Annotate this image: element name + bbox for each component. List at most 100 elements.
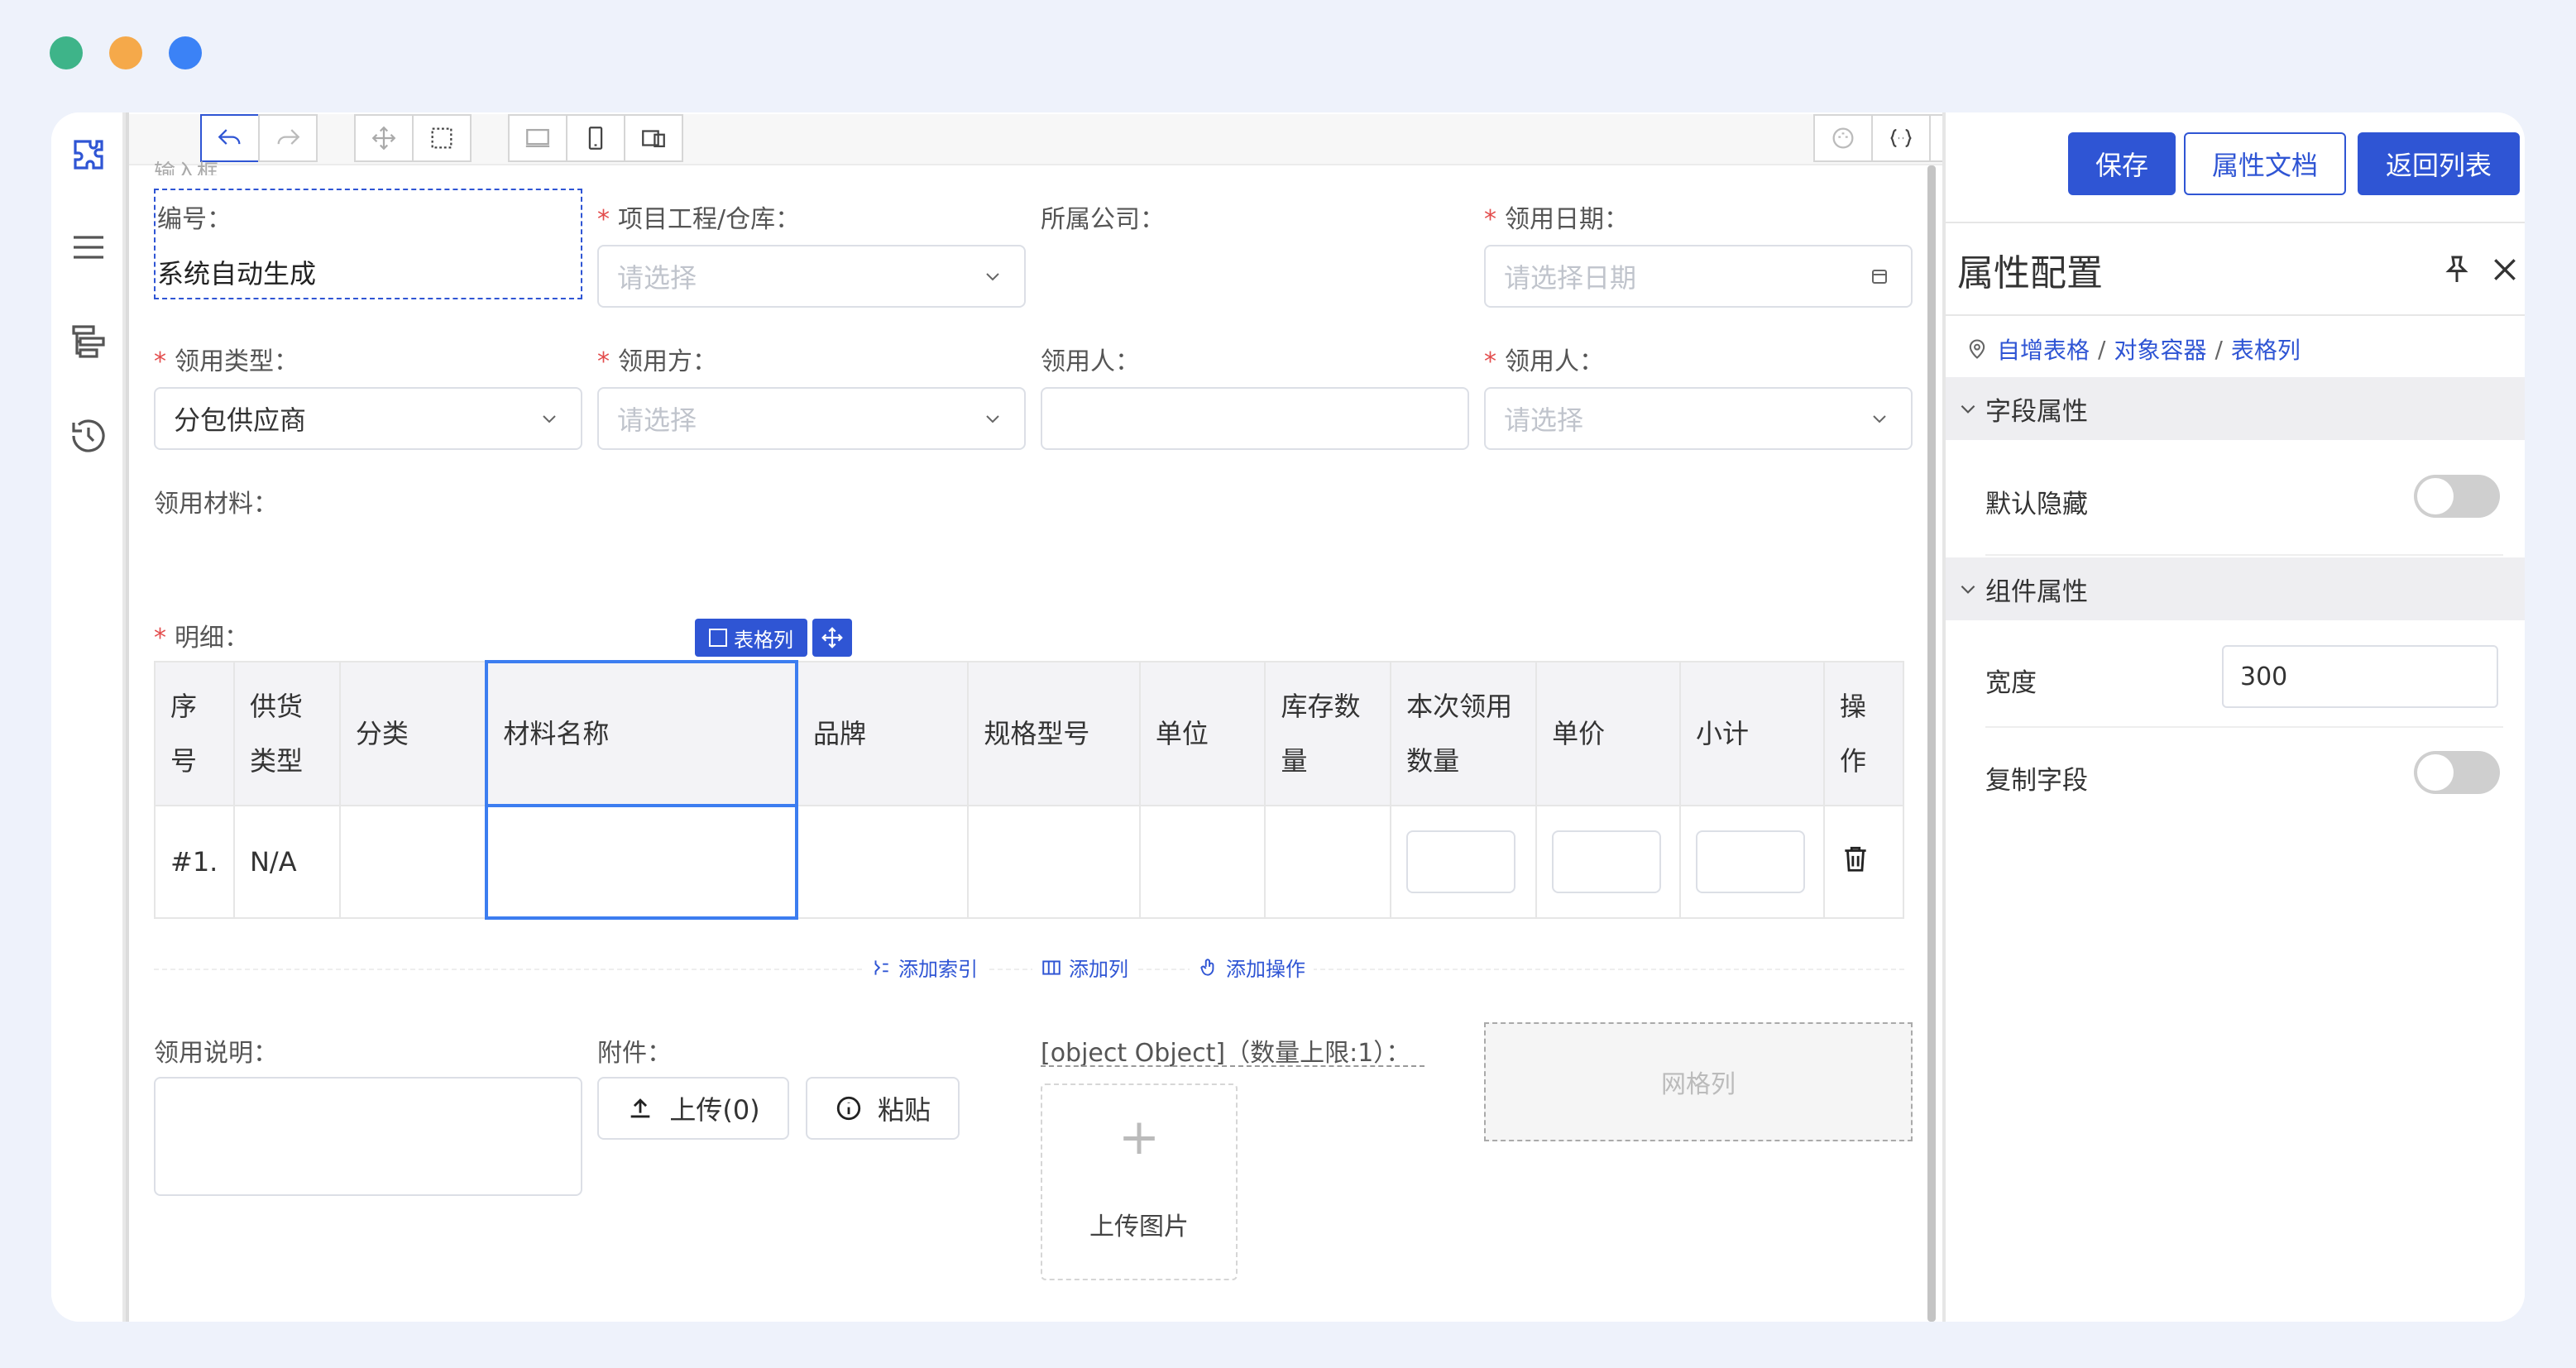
plus-icon: +: [1118, 1108, 1161, 1166]
theme-button[interactable]: [1813, 114, 1873, 162]
tree-icon[interactable]: [61, 314, 116, 369]
date-picker[interactable]: 请选择日期: [1484, 245, 1913, 308]
default-hidden-toggle[interactable]: [2414, 475, 2500, 518]
row-brand: [796, 805, 970, 919]
component-props-section[interactable]: 组件属性: [1946, 557, 2525, 620]
type-select[interactable]: 分包供应商: [154, 387, 582, 450]
move-icon: [821, 627, 843, 648]
paste-button[interactable]: 粘贴: [806, 1077, 960, 1140]
copy-field-toggle[interactable]: [2414, 751, 2500, 794]
column-chip[interactable]: 表格列: [695, 619, 807, 657]
panel-title: 属性配置: [1957, 252, 2103, 294]
breadcrumb-item[interactable]: 自增表格: [1997, 332, 2090, 366]
drag-handle[interactable]: [812, 619, 852, 657]
chevron-down-icon: [1961, 585, 1975, 594]
col-action: 操作: [1823, 661, 1904, 806]
attach-label: 附件：: [597, 1039, 672, 1068]
mobile-view-button[interactable]: [566, 114, 625, 162]
default-hidden-label: 默认隐藏: [1985, 490, 2088, 519]
col-subtotal: 小计: [1679, 661, 1825, 806]
upload-button[interactable]: 上传(0): [597, 1077, 789, 1140]
add-action-link[interactable]: 添加操作: [1190, 953, 1314, 982]
materials-label: 领用材料：: [154, 490, 278, 519]
trash-icon[interactable]: [1840, 843, 1871, 874]
actions-divider: [154, 969, 1904, 970]
pointer-icon: [1200, 958, 1214, 976]
upload-icon: [630, 1098, 650, 1118]
note-label: 领用说明：: [154, 1039, 278, 1068]
col-spec: 规格型号: [967, 661, 1141, 806]
maximize-dot[interactable]: [169, 36, 202, 69]
panel-divider: [1946, 222, 2525, 223]
row-material-name[interactable]: [485, 804, 799, 920]
row-category: [338, 805, 488, 919]
close-dot[interactable]: [50, 36, 83, 69]
editor-toolbar: [129, 114, 1989, 165]
breadcrumb-item[interactable]: 对象容器: [2114, 332, 2206, 366]
save-button[interactable]: 保存: [2068, 132, 2176, 195]
width-input[interactable]: 300: [2222, 645, 2498, 708]
tablet-view-button[interactable]: [624, 114, 683, 162]
number-value: 系统自动生成: [157, 258, 317, 289]
person1-input[interactable]: [1041, 387, 1469, 450]
menu-icon[interactable]: [61, 220, 116, 275]
image-upload-text: 上传图片: [1089, 1213, 1189, 1241]
pin-icon[interactable]: [2440, 253, 2473, 286]
move-button[interactable]: [354, 114, 414, 162]
party-select[interactable]: 请选择: [597, 387, 1026, 450]
select-box-button[interactable]: [412, 114, 472, 162]
col-category: 分类: [338, 661, 488, 806]
table-row: #1. N/A: [154, 804, 1904, 920]
minimize-dot[interactable]: [109, 36, 142, 69]
row-stock: [1264, 805, 1392, 919]
detail-label: * 明细：: [154, 624, 249, 653]
col-price: 单价: [1535, 661, 1682, 806]
date-label: * 领用日期：: [1484, 205, 1629, 234]
breadcrumb: 自增表格 / 对象容器 / 表格列: [1966, 332, 2301, 366]
puzzle-icon[interactable]: [61, 127, 116, 182]
col-material-name[interactable]: 材料名称: [485, 660, 799, 807]
row-unit: [1138, 805, 1266, 919]
panel-divider-2: [1946, 314, 2525, 316]
left-rail: [51, 112, 126, 1322]
redo-icon: [277, 129, 300, 145]
back-to-list-button[interactable]: 返回列表: [2358, 132, 2520, 195]
redo-button[interactable]: [258, 114, 318, 162]
project-select[interactable]: 请选择: [597, 245, 1026, 308]
grid-column-placeholder[interactable]: 网格列: [1484, 1022, 1913, 1141]
quantity-input[interactable]: [1406, 830, 1516, 893]
palette-icon: [1832, 127, 1854, 149]
history-icon[interactable]: [61, 409, 116, 463]
copy-field-label: 复制字段: [1985, 766, 2088, 796]
desktop-icon: [525, 128, 550, 148]
col-unit: 单位: [1138, 661, 1266, 806]
code-button[interactable]: [1871, 114, 1931, 162]
canvas-scrollbar[interactable]: [1927, 165, 1936, 1322]
col-stock: 库存数量: [1264, 661, 1392, 806]
price-input[interactable]: [1552, 830, 1662, 893]
image-upload-box[interactable]: + 上传图片: [1041, 1083, 1238, 1280]
desktop-view-button[interactable]: [508, 114, 567, 162]
project-label: * 项目工程/仓库：: [597, 205, 801, 234]
table-header-row: 序号 供货 类型 分类 材料名称 品牌 规格型号 单位 库存数量 本次领用 数量 单…: [154, 660, 1904, 807]
undo-icon: [218, 129, 241, 145]
note-textarea[interactable]: [154, 1077, 582, 1196]
column-icon: [709, 629, 727, 647]
col-brand: 品牌: [796, 661, 970, 806]
add-column-link[interactable]: 添加列: [1032, 953, 1137, 982]
add-index-link[interactable]: 添加索引: [862, 953, 986, 982]
chevron-down-icon: [543, 415, 556, 423]
breadcrumb-item[interactable]: 表格列: [2231, 332, 2301, 366]
person2-label: * 领用人：: [1484, 347, 1604, 376]
index-icon: [874, 959, 888, 975]
select-box-icon: [431, 127, 452, 149]
property-docs-button[interactable]: 属性文档: [2184, 132, 2346, 195]
chevron-down-icon: [986, 415, 999, 423]
app-window: 输入框 编号： 系统自动生成 * 项目工程/仓库： 请选择 所属公司： * 领用日期…: [51, 112, 2525, 1322]
person2-select[interactable]: 请选择: [1484, 387, 1913, 450]
subtotal-input[interactable]: [1696, 830, 1806, 893]
close-icon[interactable]: [2488, 253, 2521, 286]
row-supply-type: N/A: [232, 805, 341, 919]
field-props-section[interactable]: 字段属性: [1946, 377, 2525, 440]
detail-table: 序号 供货 类型 分类 材料名称 品牌 规格型号 单位 库存数量 本次领用 数量 单…: [154, 660, 1904, 920]
